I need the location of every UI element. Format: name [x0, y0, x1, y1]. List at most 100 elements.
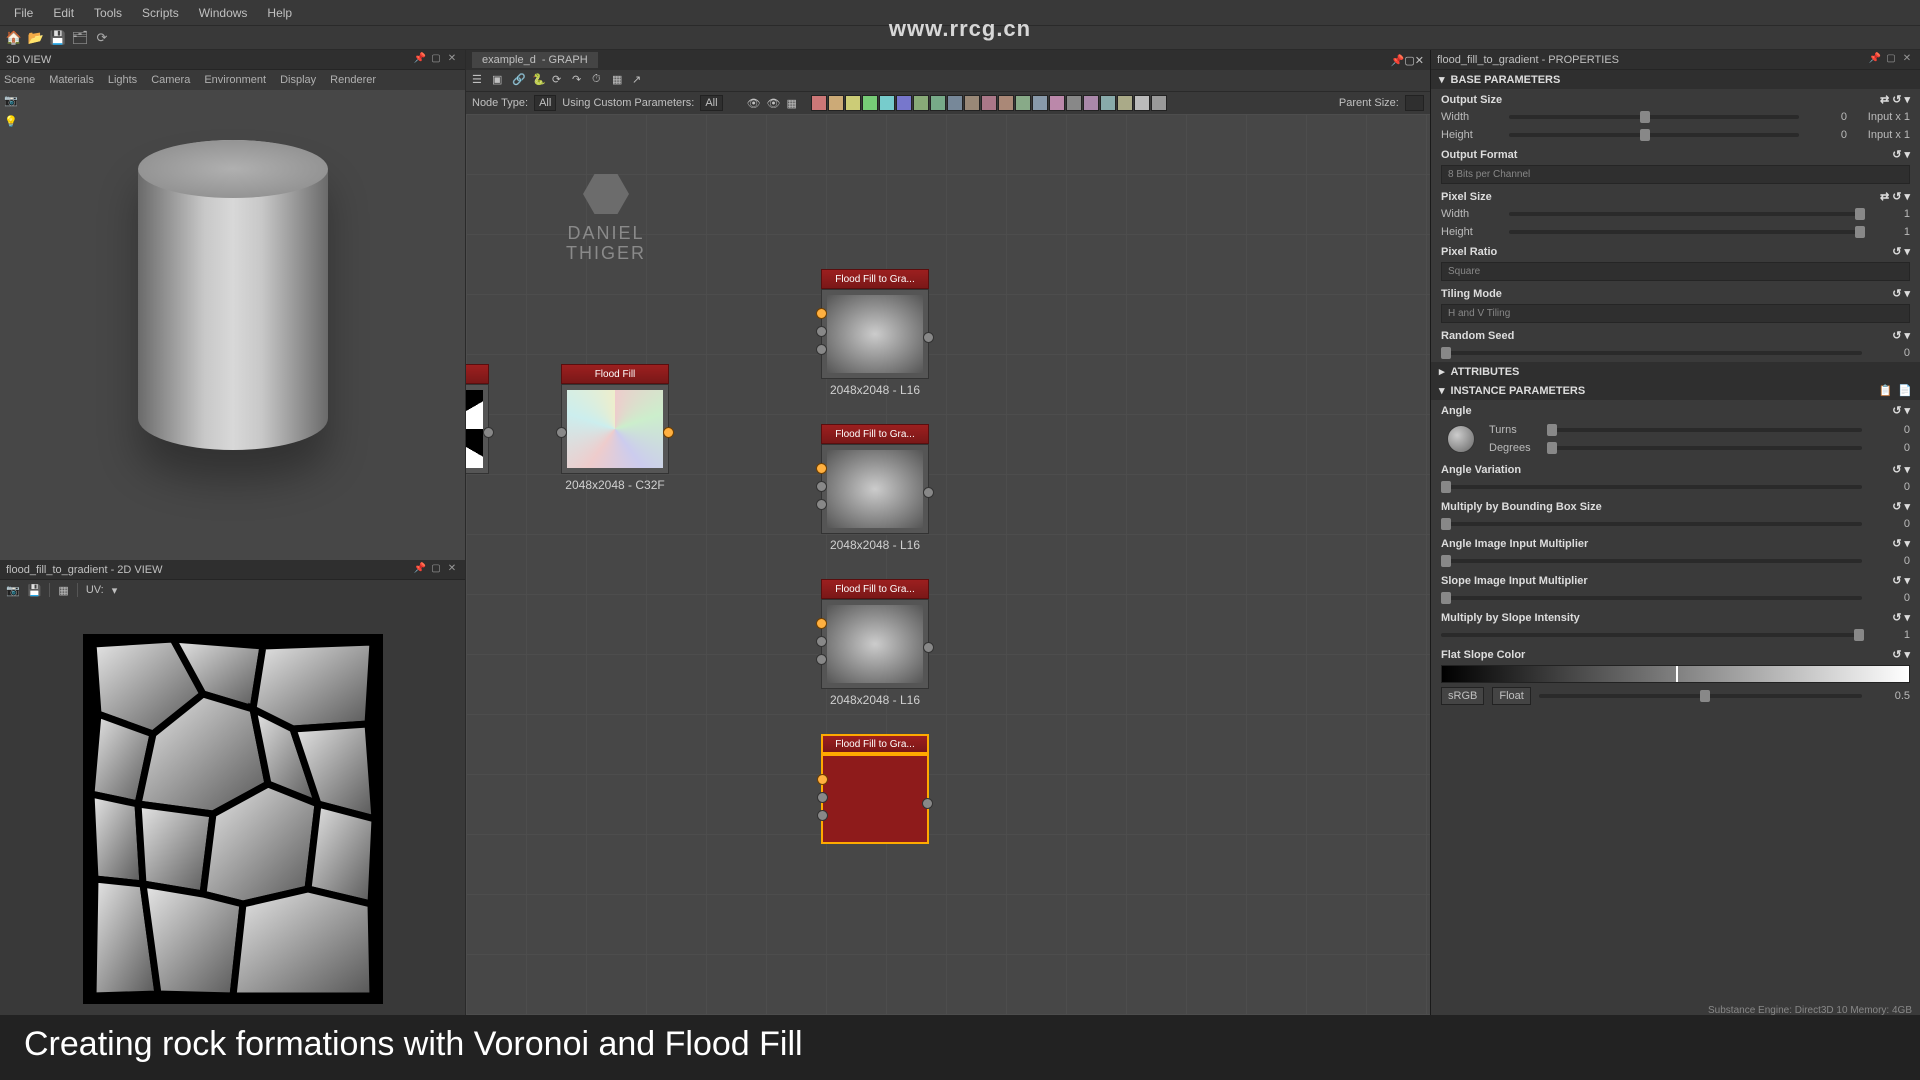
pin-icon[interactable]: 📌 [1391, 54, 1405, 67]
paste-icon[interactable]: 📄 [1898, 384, 1912, 397]
reset-icon[interactable]: ↺ [1892, 611, 1901, 624]
srgb-button[interactable]: sRGB [1441, 687, 1484, 705]
menu-scripts[interactable]: Scripts [132, 2, 189, 24]
reset-icon[interactable]: ↺ [1892, 537, 1901, 550]
sw[interactable] [930, 95, 946, 111]
menu-icon[interactable]: ▾ [1904, 93, 1910, 106]
menu-icon[interactable]: ▾ [1904, 537, 1910, 550]
close-icon[interactable]: ✕ [1415, 54, 1424, 67]
output-format-field[interactable]: 8 Bits per Channel [1441, 165, 1910, 184]
grid-icon[interactable]: ▦ [612, 73, 628, 89]
sw[interactable] [998, 95, 1014, 111]
menu-windows[interactable]: Windows [189, 2, 258, 24]
reset-icon[interactable]: ↺ [1892, 648, 1901, 661]
close-icon[interactable]: ✕ [445, 563, 459, 577]
view2-icon[interactable]: 👁 [767, 97, 781, 110]
viewport-2d[interactable] [0, 600, 465, 1038]
menu-edit[interactable]: Edit [43, 2, 84, 24]
sw[interactable] [828, 95, 844, 111]
reset-icon[interactable]: ↺ [1892, 190, 1901, 203]
uv-dropdown[interactable]: ▾ [112, 584, 118, 597]
sw[interactable] [947, 95, 963, 111]
sw[interactable] [1049, 95, 1065, 111]
node-ffg-selected[interactable]: Flood Fill to Gra... [821, 734, 929, 844]
timer-icon[interactable]: ⏱ [592, 73, 608, 89]
sw[interactable] [1066, 95, 1082, 111]
reload-icon[interactable]: ⟳ [94, 30, 110, 46]
angle-img-slider[interactable] [1441, 559, 1862, 563]
maximize-icon[interactable]: ▢ [429, 53, 443, 67]
copy-icon[interactable]: 📋 [1879, 384, 1893, 397]
menu-icon[interactable]: ▾ [1904, 500, 1910, 513]
sw[interactable] [964, 95, 980, 111]
sw[interactable] [1015, 95, 1031, 111]
menu-icon[interactable]: ▾ [1904, 287, 1910, 300]
link-icon[interactable]: ⇄ [1880, 93, 1889, 106]
graph-tab[interactable]: example_d - GRAPH [472, 52, 598, 68]
view-icon[interactable]: 👁 [747, 97, 761, 110]
save-all-icon[interactable]: 🗂 [72, 30, 88, 46]
color-slider[interactable] [1539, 694, 1862, 698]
reset-icon[interactable]: ↺ [1892, 93, 1901, 106]
tab-materials[interactable]: Materials [49, 74, 94, 86]
reset-icon[interactable]: ↺ [1892, 574, 1901, 587]
reset-icon[interactable]: ↺ [1892, 500, 1901, 513]
reset-icon[interactable]: ↺ [1892, 463, 1901, 476]
tab-display[interactable]: Display [280, 74, 316, 86]
mult-bbox-slider[interactable] [1441, 522, 1862, 526]
float-button[interactable]: Float [1492, 687, 1530, 705]
expand-icon[interactable]: ↗ [632, 73, 648, 89]
reset-icon[interactable]: ↺ [1892, 329, 1901, 342]
tiling-field[interactable]: H and V Tiling [1441, 304, 1910, 323]
sw[interactable] [1083, 95, 1099, 111]
width-slider[interactable] [1509, 115, 1799, 119]
slope-int-slider[interactable] [1441, 633, 1862, 637]
section-instance-params[interactable]: ▾INSTANCE PARAMETERS📋📄 [1431, 381, 1920, 400]
menu-icon[interactable]: ▾ [1904, 329, 1910, 342]
refresh-icon[interactable]: ⟳ [552, 73, 568, 89]
menu-icon[interactable]: ▾ [1904, 574, 1910, 587]
sw[interactable] [1100, 95, 1116, 111]
reset-icon[interactable]: ↺ [1892, 287, 1901, 300]
pin-icon[interactable]: 📌 [1868, 53, 1882, 67]
menu-icon[interactable]: ▾ [1904, 404, 1910, 417]
center-icon[interactable]: ▣ [492, 73, 508, 89]
maximize-icon[interactable]: ▢ [1884, 53, 1898, 67]
sw[interactable] [981, 95, 997, 111]
export-icon[interactable]: 📷 [6, 584, 20, 597]
maximize-icon[interactable]: ▢ [429, 563, 443, 577]
custom-dropdown[interactable]: All [700, 95, 722, 111]
menu-icon[interactable]: ▾ [1904, 245, 1910, 258]
flat-slope-gradient[interactable] [1441, 665, 1910, 683]
python-icon[interactable]: 🐍 [532, 73, 548, 89]
turns-slider[interactable] [1547, 428, 1862, 432]
reset-icon[interactable]: ↺ [1892, 148, 1901, 161]
maximize-icon[interactable]: ▢ [1404, 54, 1414, 67]
menu-icon[interactable]: ▾ [1904, 190, 1910, 203]
save-icon[interactable]: 💾 [50, 30, 66, 46]
menu-icon[interactable]: ▾ [1904, 648, 1910, 661]
node-ffg[interactable]: Flood Fill to Gra... 2048x2048 - L16 [821, 269, 929, 397]
sw[interactable] [1032, 95, 1048, 111]
light-icon[interactable]: 💡 [4, 115, 18, 128]
align-icon[interactable]: ☰ [472, 73, 488, 89]
info-icon[interactable]: ▦ [58, 584, 68, 597]
height-slider[interactable] [1509, 133, 1799, 137]
sw[interactable] [1134, 95, 1150, 111]
angle-dial[interactable] [1447, 425, 1475, 453]
pixel-height-slider[interactable] [1509, 230, 1862, 234]
node-input[interactable]: L16 [466, 364, 489, 492]
node-ffg[interactable]: Flood Fill to Gra... 2048x2048 - L16 [821, 579, 929, 707]
menu-icon[interactable]: ▾ [1904, 148, 1910, 161]
section-base-params[interactable]: ▾BASE PARAMETERS [1431, 70, 1920, 89]
tab-environment[interactable]: Environment [204, 74, 266, 86]
node-ffg[interactable]: Flood Fill to Gra... 2048x2048 - L16 [821, 424, 929, 552]
pin-icon[interactable]: 📌 [413, 563, 427, 577]
tab-renderer[interactable]: Renderer [330, 74, 376, 86]
tab-lights[interactable]: Lights [108, 74, 137, 86]
close-icon[interactable]: ✕ [445, 53, 459, 67]
tab-scene[interactable]: Scene [4, 74, 35, 86]
sw[interactable] [1117, 95, 1133, 111]
sw[interactable] [811, 95, 827, 111]
link-icon[interactable]: 🔗 [512, 73, 528, 89]
